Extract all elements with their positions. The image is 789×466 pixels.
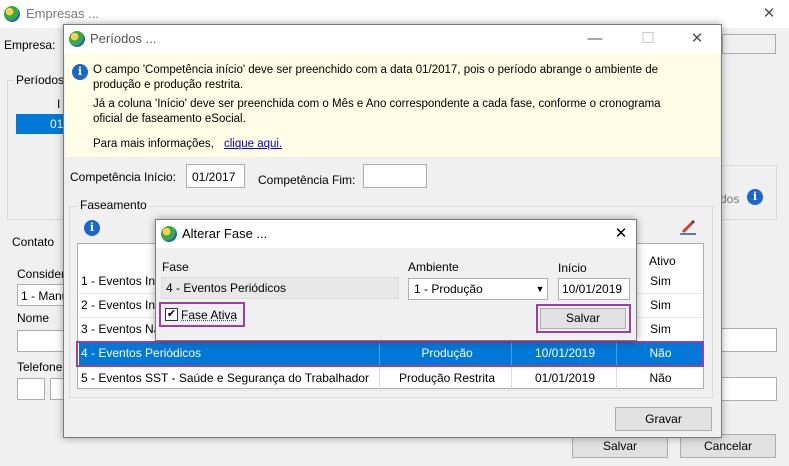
maximize-icon[interactable]: ☐ [636,29,660,49]
fase-ativa-label[interactable]: Fase Ativa [181,308,237,322]
app-logo-icon [4,6,20,22]
periodos-label: Períodos [14,73,67,87]
contato-right-field-1[interactable] [717,328,777,352]
alterar-save-label: Salvar [565,311,600,325]
info-link[interactable]: clique aqui. [224,138,282,150]
periodos-row-value: 01 [50,117,64,131]
contato-right-field-2[interactable] [717,377,777,401]
telefone-field-1[interactable] [17,378,45,400]
info-icon-right[interactable]: i [747,189,763,205]
ambiente-label: Ambiente [408,260,459,274]
column-divider [379,367,380,391]
alterar-close-icon[interactable]: ✕ [609,224,633,244]
alterar-logo-icon [161,226,177,242]
alterar-save-button[interactable]: Salvar [540,308,626,329]
minimize-icon[interactable]: — [583,29,607,49]
info-line-1: O campo 'Competência início' deve ser pr… [93,64,659,76]
cell-ambiente: Produção Restrita [398,371,496,385]
empresas-cancel-label: Cancelar [703,439,753,453]
alterar-titlebar: Alterar Fase ... ✕ [156,220,636,248]
column-divider [616,367,617,391]
info-icon: i [72,64,88,80]
fase-value: 4 - Eventos Periódicos [166,281,287,295]
inicio-value: 10/01/2019 [562,282,623,296]
consider-label: Consider [17,267,66,281]
periodos-title: Períodos ... [90,31,157,46]
selected-row-highlight [76,341,704,367]
gravar-label: Gravar [645,412,682,426]
row-divider [79,390,702,391]
cell-inicio: 01/01/2019 [534,371,596,385]
periodos-close-icon[interactable]: ✕ [685,29,709,49]
edit-pencil-icon[interactable] [679,217,697,235]
consider-value: 1 - Manu [21,289,69,303]
info-line-2: produção e produção restrita. [93,79,244,91]
competencia-inicio-label: Competência Início: [70,170,177,184]
nome-field[interactable] [17,330,67,352]
ambiente-value: 1 - Produção [414,282,483,296]
empresas-title: Empresas ... [26,6,99,21]
empresa-label: Empresa: [4,38,56,52]
empresas-save-label: Salvar [602,439,637,453]
cell-ativo: Não [649,371,672,385]
fase-label: Fase [162,260,189,274]
chevron-down-icon[interactable]: ▼ [533,280,547,298]
periodos-logo-icon [69,31,85,47]
table-row[interactable]: 5 - Eventos SST - Saúde e Segurança do T… [79,367,702,391]
inicio-label: Início [558,261,587,275]
fase-ativa-checkbox[interactable]: ✔ [165,308,178,321]
info-line-3: Já a coluna 'Início' deve ser preenchida… [93,98,661,110]
telefone-label: Telefone [17,360,63,374]
contato-label: Contato [12,235,55,249]
periodos-col-header: I [57,97,61,111]
info-line-4: oficial de faseamento eSocial. [93,113,246,125]
faseamento-info-icon[interactable]: i [84,220,100,236]
dos-text: dos [720,192,740,206]
nome-label: Nome [17,311,50,325]
cell-fase: 5 - Eventos SST - Saúde e Segurança do T… [81,371,369,385]
competencia-inicio-value: 01/2017 [192,170,236,184]
periodos-titlebar: Períodos ... — ☐ ✕ [64,25,721,54]
gravar-button[interactable]: Gravar [615,407,712,431]
alterar-title: Alterar Fase ... [182,226,268,241]
competencia-fim-field[interactable] [363,164,427,188]
empresa-field-right[interactable] [722,34,776,54]
faseamento-label: Faseamento [78,198,149,212]
close-icon[interactable]: ✕ [757,4,781,24]
column-divider [511,367,512,391]
alterar-fase-dialog: Alterar Fase ... ✕ Fase 4 - Eventos Peri… [155,219,637,341]
ativo-column-header: Ativo [649,254,676,268]
info-more-text: Para mais informações, [93,138,214,150]
competencia-fim-label: Competência Fim: [258,173,356,187]
